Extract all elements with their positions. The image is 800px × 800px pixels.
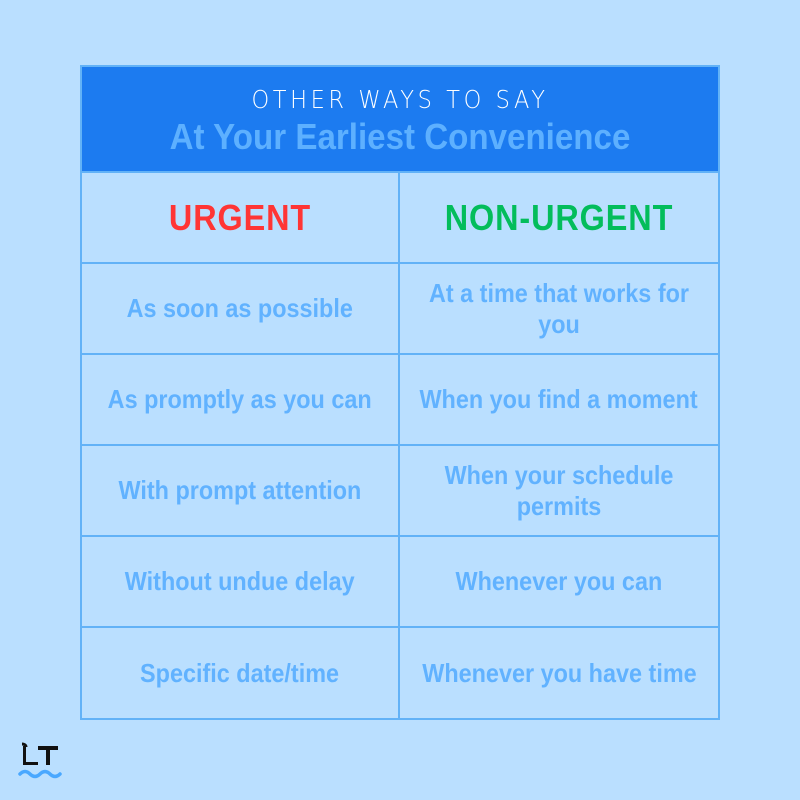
banner-title: At Your Earliest Convenience xyxy=(169,116,631,157)
table-row: Specific date/time Whenever you have tim… xyxy=(82,628,718,719)
column-header-non-urgent: NON-URGENT xyxy=(444,197,674,238)
urgent-phrase: As soon as possible xyxy=(82,264,400,353)
table-row: As promptly as you can When you find a m… xyxy=(82,355,718,446)
column-header-urgent: URGENT xyxy=(82,173,400,262)
urgent-phrase: As promptly as you can xyxy=(82,355,400,444)
table-row: Without undue delay Whenever you can xyxy=(82,537,718,628)
table-row: With prompt attention When your schedule… xyxy=(82,446,718,537)
column-header-row: URGENT NON-URGENT xyxy=(82,173,718,264)
urgent-phrase: Without undue delay xyxy=(82,537,400,626)
non-urgent-phrase: When your schedule permits xyxy=(444,459,674,521)
non-urgent-phrase: At a time that works for you xyxy=(428,277,690,339)
non-urgent-phrase: Whenever you have time xyxy=(421,658,697,688)
lt-wave-logo-icon xyxy=(18,740,64,782)
banner: OTHER WAYS TO SAY At Your Earliest Conve… xyxy=(82,67,718,173)
non-urgent-phrase: Whenever you can xyxy=(455,566,663,596)
phrases-table: OTHER WAYS TO SAY At Your Earliest Conve… xyxy=(80,65,720,720)
banner-subtitle: OTHER WAYS TO SAY xyxy=(251,85,549,114)
table-row: As soon as possible At a time that works… xyxy=(82,264,718,355)
non-urgent-phrase: When you find a moment xyxy=(419,384,699,414)
urgent-phrase: Specific date/time xyxy=(82,628,400,719)
urgent-phrase: With prompt attention xyxy=(82,446,400,535)
